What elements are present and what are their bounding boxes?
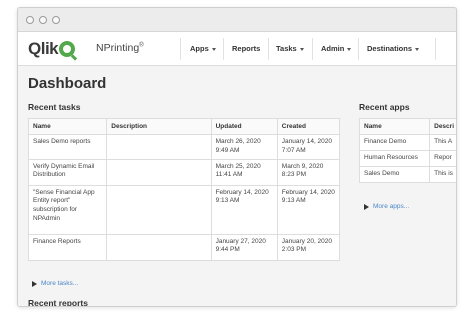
triangle-right-icon [364, 203, 369, 210]
task-created: January 20, 2020 2:03 PM [276, 233, 341, 261]
task-name[interactable]: "Sense Financial App Entity report" subs… [27, 184, 108, 235]
task-description [106, 134, 212, 160]
column-header-created[interactable]: Created [276, 118, 341, 135]
chevron-down-icon [415, 47, 420, 51]
top-navbar: Qlik NPrinting® Apps Reports Tasks Admin… [18, 32, 456, 66]
task-name[interactable]: Verify Dynamic Email Distribution [27, 158, 108, 186]
browser-window: Qlik NPrinting® Apps Reports Tasks Admin… [17, 7, 457, 307]
nav-apps[interactable]: Apps [190, 44, 216, 53]
table-row[interactable]: Human Resources Repor [358, 150, 456, 167]
task-updated: March 26, 2020 9:49 AM [210, 134, 278, 160]
column-header-description[interactable]: Descri [429, 118, 456, 135]
task-description [106, 158, 212, 186]
task-description [106, 184, 212, 235]
table-row[interactable]: "Sense Financial App Entity report" subs… [27, 184, 341, 235]
task-created: March 9, 2020 8:23 PM [276, 158, 341, 186]
qlik-q-icon [59, 41, 76, 57]
nav-reports[interactable]: Reports [232, 44, 260, 53]
task-name[interactable]: Finance Reports [27, 233, 108, 261]
column-header-description[interactable]: Description [106, 118, 212, 135]
recent-tasks-title: Recent tasks [28, 102, 81, 112]
task-updated: January 27, 2020 9:44 PM [210, 233, 278, 261]
table-row[interactable]: Finance Demo This A [358, 134, 456, 151]
nav-divider [435, 38, 436, 60]
nav-divider [268, 38, 269, 60]
product-name: NPrinting® [96, 42, 144, 54]
dashboard-content: Dashboard Recent tasks Name Description … [18, 67, 456, 307]
task-description [106, 233, 212, 261]
table-row[interactable]: Verify Dynamic Email Distribution March … [27, 158, 341, 186]
task-updated: February 14, 2020 9:13 AM [210, 184, 278, 235]
app-description: Repor [429, 150, 456, 167]
table-row[interactable]: Finance Reports January 27, 2020 9:44 PM… [27, 233, 341, 261]
nav-admin[interactable]: Admin [321, 44, 352, 53]
more-apps-label[interactable]: More apps... [373, 203, 409, 210]
app-name[interactable]: Finance Demo [358, 134, 431, 151]
table-row[interactable]: Sales Demo This is [358, 166, 456, 183]
window-maximize-dot[interactable] [52, 15, 60, 24]
recent-tasks-table: Name Description Updated Created Sales D… [27, 118, 341, 261]
task-updated: March 25, 2020 11:41 AM [210, 158, 278, 186]
nav-divider [312, 38, 313, 60]
nav-divider [358, 38, 359, 60]
logo-text: Qlik [28, 39, 59, 58]
column-header-name[interactable]: Name [27, 118, 108, 135]
nav-destinations[interactable]: Destinations [367, 44, 420, 53]
column-header-name[interactable]: Name [358, 118, 431, 135]
nav-divider [223, 38, 224, 60]
window-titlebar [18, 8, 456, 32]
task-name[interactable]: Sales Demo reports [27, 134, 108, 160]
more-tasks-link[interactable]: More tasks... [32, 280, 78, 287]
window-close-dot[interactable] [26, 15, 34, 24]
chevron-down-icon [347, 47, 352, 51]
more-apps-link[interactable]: More apps... [364, 203, 409, 210]
more-tasks-label[interactable]: More tasks... [41, 280, 78, 287]
app-name[interactable]: Sales Demo [358, 166, 431, 183]
task-created: February 14, 2020 9:13 AM [276, 184, 341, 235]
table-header-row: Name Descri [358, 118, 456, 135]
recent-apps-table: Name Descri Finance Demo This A Human Re… [358, 118, 456, 183]
recent-reports-title: Recent reports [28, 298, 88, 307]
app-description: This A [429, 134, 456, 151]
recent-apps-title: Recent apps [359, 102, 410, 112]
triangle-right-icon [32, 280, 37, 287]
task-created: January 14, 2020 7:07 AM [276, 134, 341, 160]
qlik-logo[interactable]: Qlik [28, 39, 76, 59]
nav-divider [180, 38, 181, 60]
chevron-down-icon [211, 47, 216, 51]
column-header-updated[interactable]: Updated [210, 118, 278, 135]
app-name[interactable]: Human Resources [358, 150, 431, 167]
table-header-row: Name Description Updated Created [27, 118, 341, 135]
nav-tasks[interactable]: Tasks [276, 44, 304, 53]
table-row[interactable]: Sales Demo reports March 26, 2020 9:49 A… [27, 134, 341, 160]
page-title: Dashboard [28, 75, 107, 92]
chevron-down-icon [299, 47, 304, 51]
app-description: This is [429, 166, 456, 183]
window-minimize-dot[interactable] [39, 15, 47, 24]
